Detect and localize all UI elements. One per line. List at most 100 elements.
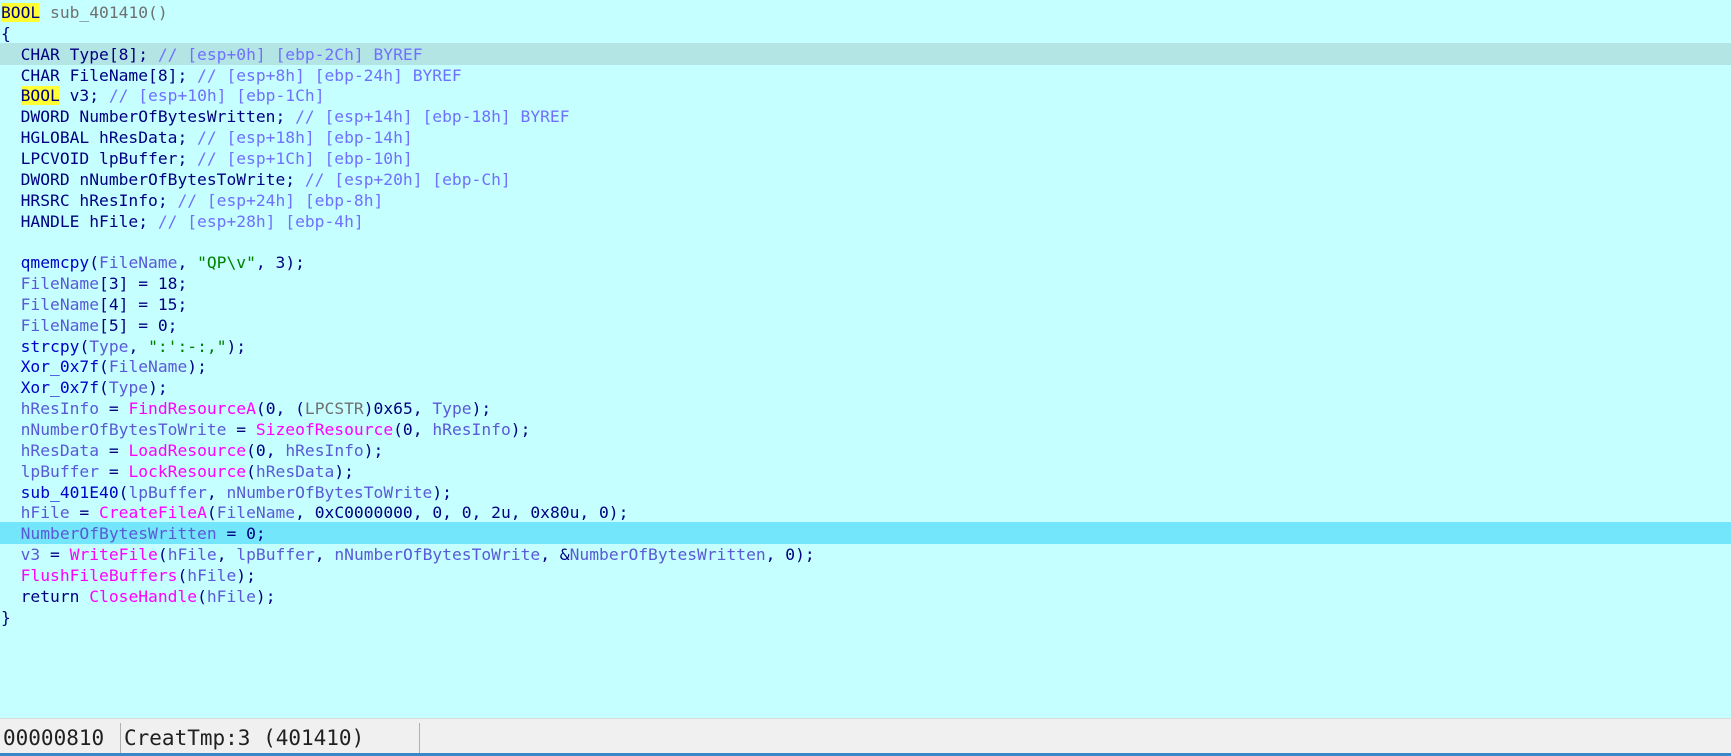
code-line[interactable]: HRSRC hResInfo; // [esp+24h] [ebp-8h] [0,189,1731,211]
code-token: = [69,503,100,523]
code-line[interactable]: FileName[5] = 0; [0,314,1731,336]
code-token: , [177,253,198,273]
code-token: , [216,545,237,565]
code-line[interactable]: qmemcpy(FileName, "QP\v", 3); [0,251,1731,273]
code-line[interactable]: sub_401E40(lpBuffer, nNumberOfBytesToWri… [0,481,1731,503]
code-line[interactable]: nNumberOfBytesToWrite = SizeofResource(0… [0,418,1731,440]
code-token: hFile [206,586,256,606]
status-address: 00000810 [3,726,105,750]
code-token: HANDLE hFile; [1,211,158,231]
code-token: sub_401410() [40,3,168,22]
code-token: ( [79,336,90,356]
code-token: )0x65, [363,399,433,419]
code-line[interactable]: HGLOBAL hResData; // [esp+18h] [ebp-14h] [0,126,1731,148]
code-token: ); [510,420,531,439]
code-token: CreateFileA [99,503,207,523]
code-token: hFile [20,503,70,523]
code-line[interactable]: lpBuffer = LockResource(hResData); [0,460,1731,482]
code-token: ( [157,545,168,565]
code-token: FileName [108,357,188,377]
code-line[interactable]: FileName[3] = 18; [0,272,1731,294]
code-token: // [esp+0h] [ebp-2Ch] BYREF [157,44,423,64]
code-token: ( [206,503,217,523]
code-line[interactable]: FlushFileBuffers(hFile); [0,564,1731,586]
code-token: NumberOfBytesWritten [569,545,766,565]
code-line[interactable]: Xor_0x7f(FileName); [0,355,1731,377]
code-token: hFile [187,565,237,585]
code-token: // [esp+20h] [ebp-Ch] [304,169,511,189]
code-token: ); [148,378,168,398]
code-token: "QP\v" [197,253,256,273]
code-token: ); [236,565,256,585]
code-token: SizeofResource [255,420,394,439]
code-token: LPCSTR [304,399,364,419]
code-token: (0, ( [255,399,305,419]
code-token: ( [99,378,109,398]
code-line[interactable]: CHAR Type[8]; // [esp+0h] [ebp-2Ch] BYRE… [0,42,1731,65]
code-token: [5] = 0; [99,315,178,335]
code-token: FileName [20,274,100,294]
code-line[interactable]: hResData = LoadResource(0, hResInfo); [0,439,1731,461]
code-token: FindResourceA [128,399,256,419]
code-token: // [esp+18h] [ebp-14h] [197,128,413,148]
code-token: // [esp+14h] [ebp-18h] BYREF [295,107,570,127]
code-token: // [esp+8h] [ebp-24h] BYREF [197,65,462,85]
code-line[interactable]: HANDLE hFile; // [esp+28h] [ebp-4h] [0,210,1731,232]
status-bar: 00000810 CreatTmp:3 (401410) [0,718,1731,756]
code-token: hResInfo [432,420,511,439]
code-token: ( [177,565,188,585]
code-token: , 0); [765,545,815,565]
code-token: CHAR Type[8]; [1,44,158,64]
code-line[interactable]: NumberOfBytesWritten = 0; [0,522,1731,545]
code-token: = [99,461,129,481]
code-line[interactable]: return CloseHandle(hFile); [0,585,1731,607]
code-token: = [226,420,256,439]
code-token: Xor_0x7f [20,378,100,398]
code-token: v3; [59,86,109,106]
pseudocode-view[interactable]: BOOL sub_401410(){ CHAR Type[8]; // [esp… [0,0,1731,718]
code-line[interactable]: { [0,22,1731,44]
code-token: [3] = 18; [99,274,188,294]
code-token: hResInfo [20,399,100,419]
code-line[interactable]: DWORD NumberOfBytesWritten; // [esp+14h]… [0,105,1731,127]
code-token: nNumberOfBytesToWrite [20,420,227,439]
code-token: hFile [167,545,217,565]
code-token: ); [187,357,207,377]
code-line[interactable] [0,230,1731,252]
code-token: [4] = 15; [99,294,188,314]
code-line[interactable]: LPCVOID lpBuffer; // [esp+1Ch] [ebp-10h] [0,147,1731,169]
code-token: CHAR FileName[8]; [1,65,198,85]
code-token: LockResource [128,461,247,481]
code-token: LoadResource [128,440,247,460]
code-line[interactable]: DWORD nNumberOfBytesToWrite; // [esp+20h… [0,168,1731,190]
code-line[interactable]: } [0,606,1731,628]
code-line[interactable]: FileName[4] = 15; [0,293,1731,315]
code-token: { [1,23,11,43]
code-line[interactable]: BOOL v3; // [esp+10h] [ebp-1Ch] [0,84,1731,106]
code-token: lpBuffer [20,461,100,481]
code-token: ); [255,586,276,606]
code-line[interactable]: strcpy(Type, ":':-:,"); [0,335,1731,357]
code-token: ); [334,461,354,481]
code-line[interactable]: hResInfo = FindResourceA(0, (LPCSTR)0x65… [0,397,1731,419]
code-token: LPCVOID lpBuffer; [1,148,198,168]
code-token: , & [540,545,570,565]
code-token: ( [118,482,129,502]
code-token: , 0xC0000000, 0, 0, 2u, 0x80u, 0); [295,503,629,523]
code-token: BOOL [20,86,60,106]
code-line[interactable]: v3 = WriteFile(hFile, lpBuffer, nNumberO… [0,543,1731,565]
code-token: (0, [393,420,433,439]
code-line[interactable]: hFile = CreateFileA(FileName, 0xC0000000… [0,501,1731,523]
code-line[interactable]: Xor_0x7f(Type); [0,376,1731,398]
code-line[interactable]: BOOL sub_401410() [0,1,1731,23]
code-line[interactable]: CHAR FileName[8]; // [esp+8h] [ebp-24h] … [0,64,1731,86]
